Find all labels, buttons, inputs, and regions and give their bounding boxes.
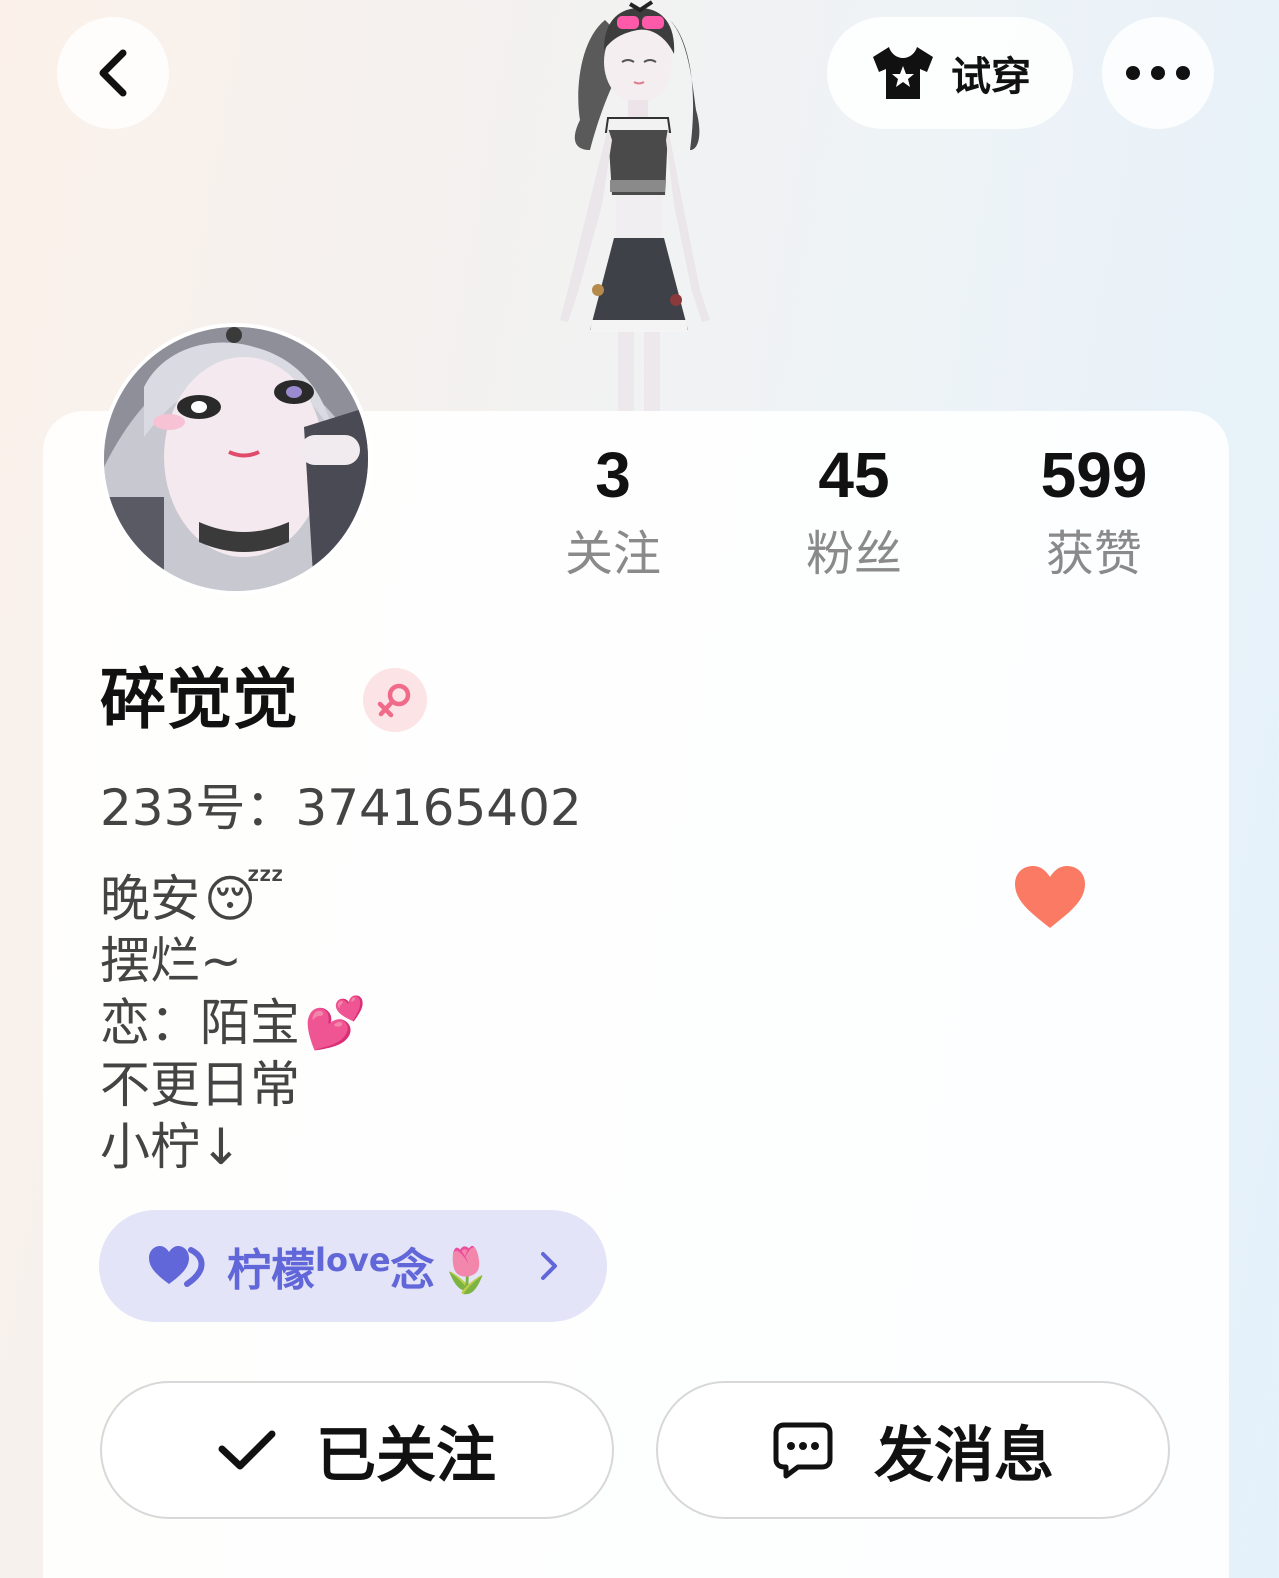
bio-text: 恋：陌宝	[100, 994, 300, 1052]
following-count: 3	[595, 439, 631, 511]
tshirt-star-icon	[873, 47, 933, 99]
send-message-label: 发消息	[874, 1420, 1054, 1491]
fans-count: 45	[818, 439, 890, 511]
bio: 晚安 😴 摆烂~ 恋：陌宝 💕 不更日常 小柠↓	[100, 868, 366, 1178]
stat-fans[interactable]: 45 粉丝	[754, 440, 954, 584]
bio-text: 小柠↓	[100, 1118, 242, 1176]
heart-icon	[1015, 866, 1085, 928]
tag-text-end: 念	[390, 1245, 435, 1296]
checkmark-icon	[218, 1430, 276, 1470]
two-hearts-icon: 💕	[304, 994, 367, 1052]
gender-badge	[363, 668, 427, 732]
chat-bubble-icon	[773, 1422, 833, 1479]
relationship-tag[interactable]: 柠檬 love 念 🌷	[99, 1210, 607, 1322]
bio-line: 不更日常	[100, 1054, 366, 1116]
tulip-icon: 🌷	[438, 1245, 494, 1296]
chevron-left-icon	[99, 49, 127, 97]
stat-likes[interactable]: 599 获赞	[994, 440, 1194, 584]
fans-label: 粉丝	[805, 526, 902, 582]
send-message-button[interactable]: 发消息	[656, 1381, 1170, 1519]
stat-following[interactable]: 3 关注	[513, 440, 713, 584]
female-icon	[377, 683, 411, 718]
followed-button[interactable]: 已关注	[100, 1381, 614, 1519]
bio-text: 不更日常	[100, 1056, 300, 1114]
bio-line: 摆烂~	[100, 930, 366, 992]
user-id: 233号：374165402	[100, 779, 582, 837]
following-label: 关注	[564, 526, 661, 582]
followed-label: 已关注	[316, 1420, 496, 1491]
back-button[interactable]	[57, 17, 169, 129]
bio-text: 摆烂~	[100, 932, 242, 990]
username: 碎觉觉	[100, 661, 298, 738]
try-on-button[interactable]: 试穿	[827, 17, 1073, 129]
try-on-label: 试穿	[951, 54, 1031, 100]
bio-text: 晚安	[100, 870, 200, 928]
likes-count: 599	[1040, 439, 1148, 511]
sleeping-face-icon: 😴	[204, 870, 285, 928]
bio-line: 晚安 😴	[100, 868, 366, 930]
avatar[interactable]	[100, 323, 372, 595]
bio-line: 小柠↓	[100, 1116, 366, 1178]
more-button[interactable]	[1102, 17, 1214, 129]
character-figure[interactable]	[520, 0, 750, 412]
bio-line: 恋：陌宝 💕	[100, 992, 366, 1054]
chevron-right-icon	[541, 1252, 557, 1280]
more-dots-icon	[1126, 66, 1190, 80]
tag-text: 柠檬 love 念 🌷	[227, 1234, 493, 1298]
tag-text-sup: love	[315, 1241, 391, 1279]
likes-label: 获赞	[1045, 526, 1142, 582]
tag-text-main: 柠檬	[227, 1245, 315, 1296]
double-heart-icon	[149, 1246, 205, 1287]
avatar-image	[104, 327, 368, 591]
